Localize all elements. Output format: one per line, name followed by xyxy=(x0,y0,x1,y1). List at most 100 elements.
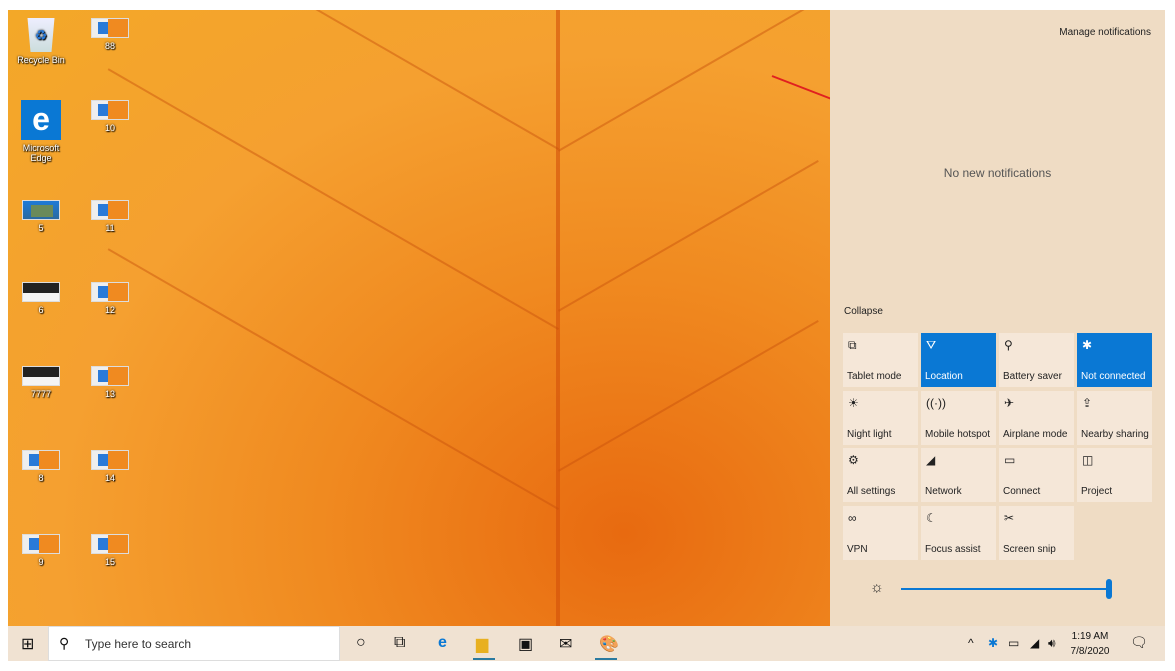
desktop-icon[interactable]: 9 xyxy=(11,534,71,567)
tile-label: All settings xyxy=(847,486,896,497)
quick-action-airplane-mode[interactable]: ✈ Airplane mode xyxy=(999,390,1074,445)
desktop-icon[interactable]: 88 xyxy=(80,18,140,51)
desktop-icon-label: 12 xyxy=(104,305,115,315)
search-icon: ⚲ xyxy=(59,635,70,651)
store-icon[interactable]: ▣ xyxy=(518,634,533,654)
collapse-button[interactable]: Collapse xyxy=(844,306,883,317)
clock-date: 7/8/2020 xyxy=(1070,646,1110,657)
desktop-icon[interactable]: 5 xyxy=(11,200,71,233)
tile-label: Nearby sharing xyxy=(1081,428,1149,440)
desktop-icon[interactable]: e Microsoft Edge xyxy=(11,100,71,163)
screen-snip-icon: ✂ xyxy=(1004,510,1015,525)
tile-label: VPN xyxy=(847,543,868,555)
file-thumbnail-icon xyxy=(91,100,129,120)
task-view-icon[interactable]: ⧉ xyxy=(394,634,405,652)
edge-icon[interactable]: e xyxy=(438,634,447,652)
desktop-icon[interactable]: 11 xyxy=(80,200,140,233)
file-thumbnail-icon xyxy=(91,18,129,38)
desktop-icon[interactable]: 12 xyxy=(80,282,140,315)
night-light-icon: ☀ xyxy=(848,395,859,410)
quick-action-vpn[interactable]: ∞ VPN xyxy=(843,505,918,560)
file-thumbnail-icon xyxy=(91,534,129,554)
file-thumbnail-icon xyxy=(91,200,129,220)
desktop-icon-label: 11 xyxy=(105,223,115,233)
file-thumbnail-icon xyxy=(22,200,60,220)
quick-action-focus-assist[interactable]: ☾ Focus assist xyxy=(921,505,996,560)
leaf-vein xyxy=(107,68,559,330)
desktop-icon[interactable]: 15 xyxy=(80,534,140,567)
quick-action-project[interactable]: ◫ Project xyxy=(1077,448,1152,502)
bluetooth-icon: ✱ xyxy=(1082,338,1093,352)
show-hidden-icons-chevron-icon[interactable]: ^ xyxy=(968,636,974,650)
desktop-icon[interactable]: 13 xyxy=(80,366,140,399)
screen: ♻ Recycle Bin 88 e Microsoft Edge 10 5 11 6 12 777… xyxy=(8,10,1165,661)
action-center: Manage notifications No new notification… xyxy=(830,10,1165,626)
desktop-icon-label: 7777 xyxy=(30,389,52,399)
quick-action-connect[interactable]: ▭ Connect xyxy=(999,448,1074,502)
quick-action-network[interactable]: ◢ Network xyxy=(921,448,996,502)
quick-action-not-connected[interactable]: ✱ Not connected xyxy=(1077,333,1152,387)
clock[interactable]: 1:19 AM 7/8/2020 xyxy=(1068,629,1112,659)
file-thumbnail-icon xyxy=(22,366,60,386)
tile-label: Battery saver xyxy=(1003,371,1062,382)
tile-label: Screen snip xyxy=(1003,543,1056,555)
leaf-vein xyxy=(558,160,819,312)
start-windows-icon[interactable]: ⊞ xyxy=(21,634,34,654)
leaf-vein xyxy=(107,248,559,510)
file-explorer-icon[interactable]: ▆ xyxy=(476,634,488,654)
paint-icon[interactable]: 🎨 xyxy=(599,634,619,654)
brightness-icon: ☼ xyxy=(870,579,884,596)
desktop-icon[interactable]: 10 xyxy=(80,100,140,133)
volume-icon[interactable]: 🔊︎ xyxy=(1048,636,1056,651)
quick-action-tablet-mode[interactable]: ⧉ Tablet mode xyxy=(843,333,918,387)
leaf-vein xyxy=(107,10,559,151)
desktop-icon-label: 8 xyxy=(38,473,44,483)
desktop-icon-label: 88 xyxy=(104,41,115,51)
quick-action-nearby-sharing[interactable]: ⇪ Nearby sharing xyxy=(1077,390,1152,445)
file-thumbnail-icon xyxy=(22,534,60,554)
desktop-icon-label: 15 xyxy=(104,557,115,567)
tile-label: Focus assist xyxy=(925,543,981,555)
file-thumbnail-icon xyxy=(91,366,129,386)
quick-action-night-light[interactable]: ☀ Night light xyxy=(843,390,918,445)
manage-notifications-link[interactable]: Manage notifications xyxy=(1059,27,1151,38)
settings-icon: ⚙ xyxy=(848,453,859,467)
leaf-midrib xyxy=(556,10,560,626)
quick-action-location[interactable]: ⛛ Location xyxy=(921,333,996,387)
moon-icon: ☾ xyxy=(926,510,937,525)
quick-action-screen-snip[interactable]: ✂ Screen snip xyxy=(999,505,1074,560)
tile-label: Network xyxy=(925,486,962,497)
tile-label: Location xyxy=(925,371,963,382)
battery-icon[interactable]: ▭ xyxy=(1008,636,1019,650)
tile-label: Connect xyxy=(1003,486,1041,497)
cortana-icon[interactable]: ○ xyxy=(356,634,366,652)
desktop: ♻ Recycle Bin 88 e Microsoft Edge 10 5 11 6 12 777… xyxy=(8,10,893,626)
desktop-icon[interactable]: ♻ Recycle Bin xyxy=(11,18,71,65)
nearby-sharing-icon: ⇪ xyxy=(1082,395,1093,410)
desktop-icon-label: 6 xyxy=(38,305,44,315)
desktop-icon[interactable]: 6 xyxy=(11,282,71,315)
action-center-icon[interactable]: 🗨︎ xyxy=(1130,634,1148,651)
quick-action-battery-saver[interactable]: ⚲ Battery saver xyxy=(999,333,1074,387)
desktop-icon[interactable]: 7777 xyxy=(11,366,71,399)
network-icon: ◢ xyxy=(926,453,936,467)
mail-icon[interactable]: ✉ xyxy=(559,634,572,654)
quick-action-mobile-hotspot[interactable]: ((·)) Mobile hotspot xyxy=(921,390,996,445)
desktop-icon[interactable]: 8 xyxy=(11,450,71,483)
desktop-icon-label: Recycle Bin xyxy=(17,55,65,65)
network-tray-icon[interactable]: ◢ xyxy=(1030,636,1039,650)
quick-action-all-settings[interactable]: ⚙ All settings xyxy=(843,448,918,502)
brightness-slider[interactable] xyxy=(901,579,1112,599)
brightness-slider-thumb[interactable] xyxy=(1106,579,1112,599)
file-thumbnail-icon xyxy=(91,450,129,470)
bluetooth-tray-icon[interactable]: ✱ xyxy=(988,636,998,650)
location-icon: ⛛ xyxy=(926,338,937,352)
airplane-icon: ✈ xyxy=(1004,395,1015,410)
file-thumbnail-icon xyxy=(91,282,129,302)
file-thumbnail-icon xyxy=(22,282,60,302)
search-box[interactable]: ⚲ Type here to search xyxy=(48,626,340,661)
desktop-icon[interactable]: 14 xyxy=(80,450,140,483)
tile-label: Not connected xyxy=(1081,371,1146,382)
search-placeholder: Type here to search xyxy=(85,637,192,651)
tablet-icon: ⧉ xyxy=(848,338,857,352)
